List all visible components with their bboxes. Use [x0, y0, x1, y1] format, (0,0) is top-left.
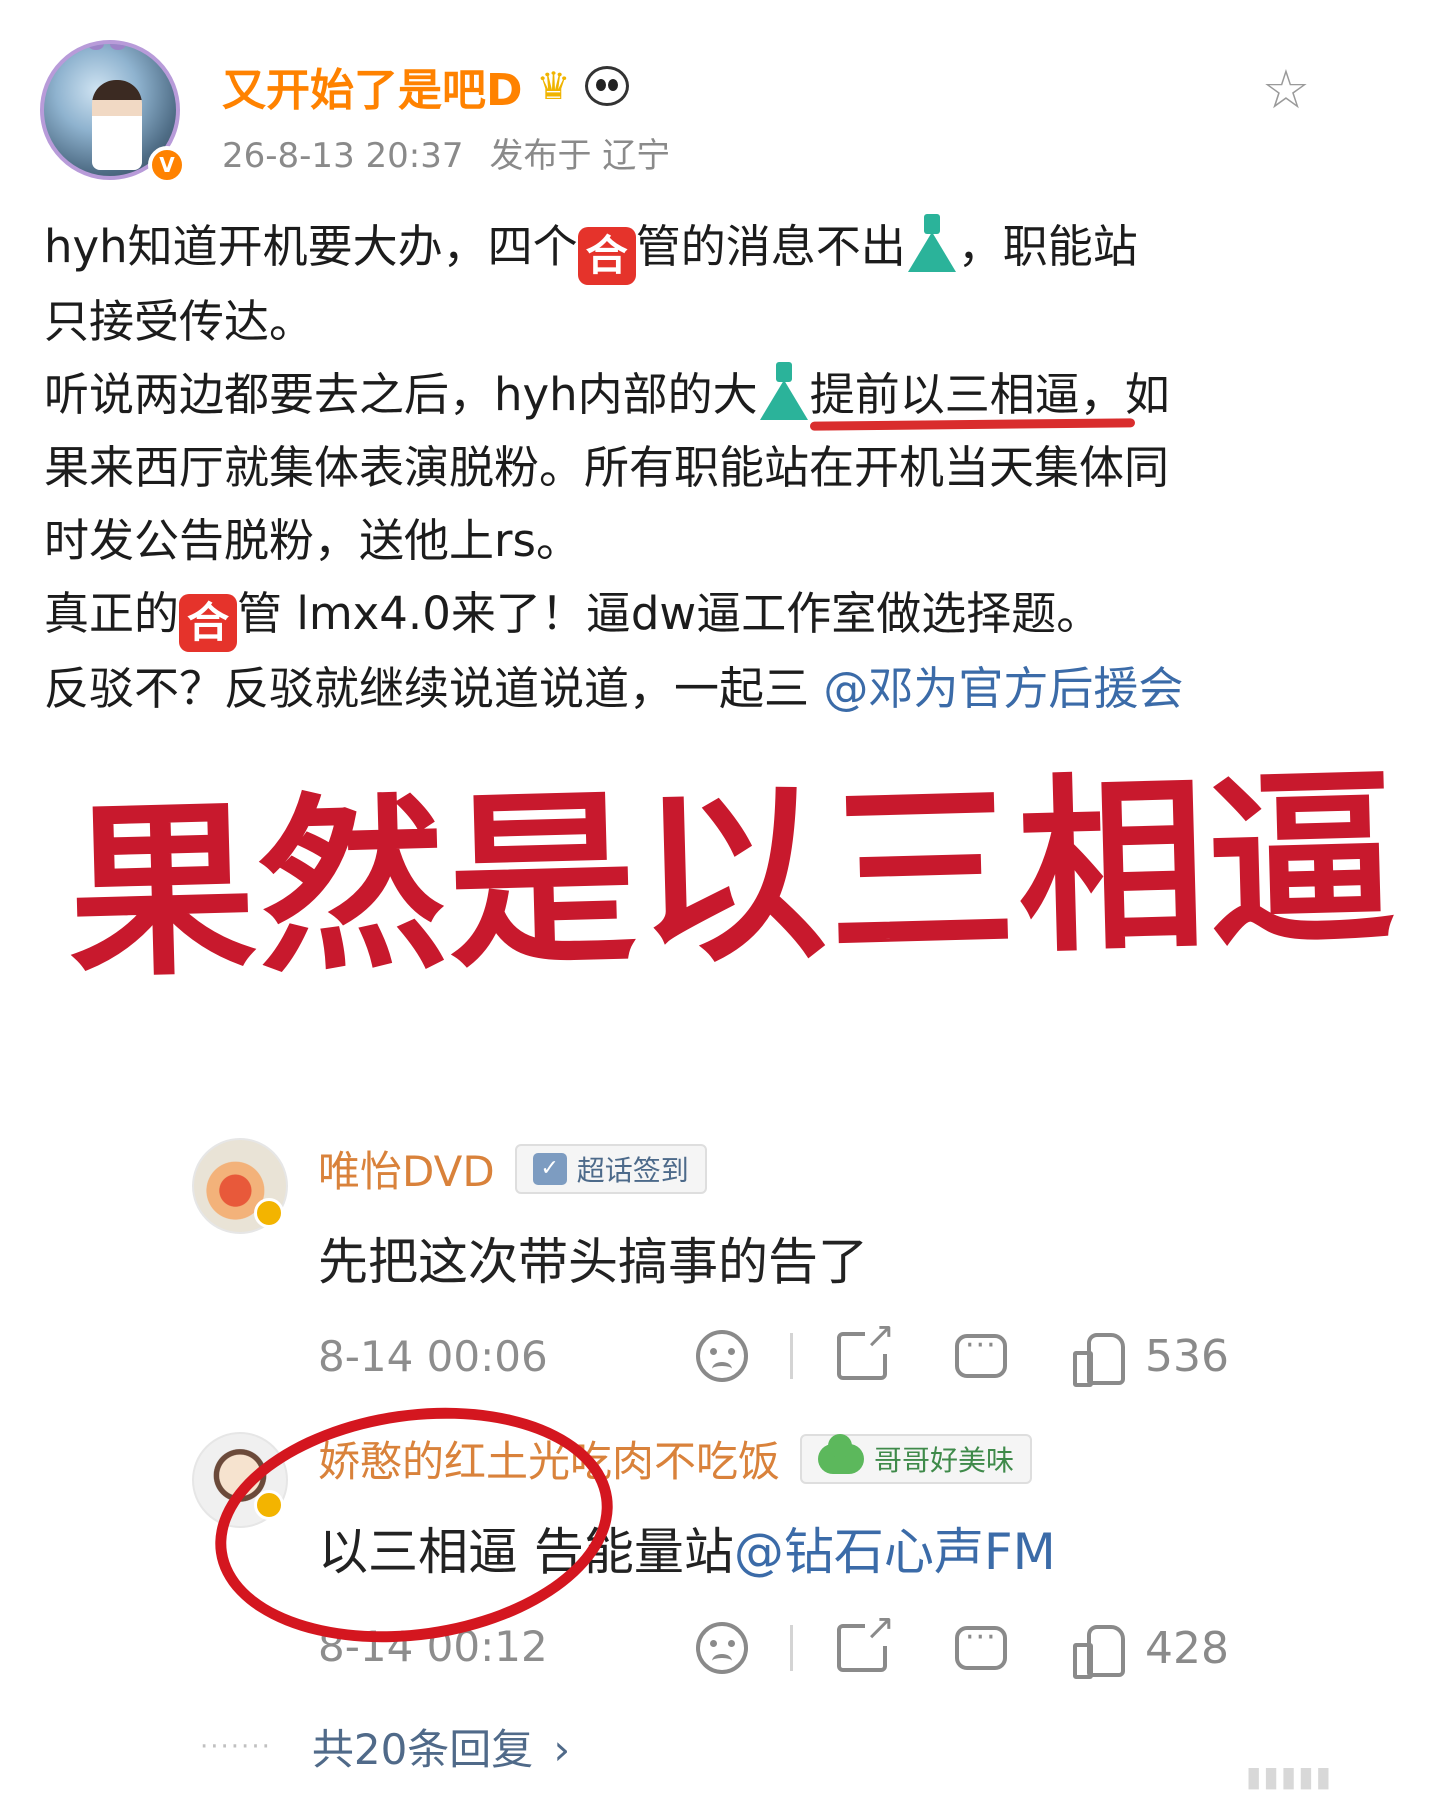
- commenter-name-row: 唯怡DVD ✓ 超话签到: [318, 1138, 707, 1199]
- comment-icon[interactable]: [955, 1328, 1007, 1378]
- verified-icon: [254, 1490, 284, 1520]
- share-icon[interactable]: [837, 1318, 895, 1380]
- post-location: 发布于 辽宁: [489, 136, 671, 176]
- panda-icon: [584, 66, 629, 106]
- avatar-frame-decoration: [44, 44, 176, 64]
- post-line-7: 反驳不？反驳就继续说道说道，一起三 @邓为官方后援会: [44, 662, 1184, 715]
- replies-row: ······· 共20条回复 ›: [200, 1716, 570, 1777]
- he-emoji-icon: 合: [577, 227, 636, 285]
- commenter-name[interactable]: 唯怡DVD: [318, 1138, 495, 1199]
- supertopic-tag[interactable]: ✓ 超话签到: [514, 1143, 707, 1194]
- comment-time: 8-14 00:06: [318, 1332, 548, 1381]
- post-header: V 又开始了是吧D ♛ 26-8-13 20:37 发布于 辽宁 ☆: [0, 0, 1440, 200]
- post-line-5: 时发公告脱粉，送他上rs。: [44, 514, 581, 567]
- underlined-phrase: 提前以三相逼，: [809, 368, 1135, 431]
- post-meta: 26-8-13 20:37 发布于 辽宁: [222, 128, 670, 177]
- checkin-icon: ✓: [532, 1152, 567, 1185]
- author-name-row[interactable]: 又开始了是吧D ♛: [222, 54, 629, 118]
- post-line-6: 真正的合管 lmx4.0来了！逼dw逼工作室做选择题。: [44, 577, 1344, 652]
- author-avatar[interactable]: V: [40, 40, 186, 186]
- post-line-2: 只接受传达。: [44, 295, 315, 348]
- cloud-icon: [818, 1433, 865, 1474]
- comment-text: 先把这次带头搞事的告了: [318, 1233, 868, 1291]
- verified-icon: [254, 1198, 284, 1228]
- dislike-icon[interactable]: [696, 1330, 748, 1382]
- author-name[interactable]: 又开始了是吧D: [222, 54, 523, 118]
- dislike-icon[interactable]: [696, 1622, 748, 1674]
- commenter-name[interactable]: 娇憨的红土光吃肉不吃饭: [318, 1428, 780, 1489]
- mention-link[interactable]: @邓为官方后援会: [823, 662, 1183, 715]
- share-icon[interactable]: [837, 1610, 895, 1672]
- post-line-4: 果来西厅就集体表演脱粉。所有职能站在开机当天集体同: [44, 441, 1170, 494]
- watermark-dots: ▮▮▮▮▮: [1246, 1760, 1334, 1793]
- post-body: hyh知道开机要大办，四个合管的消息不出 ，职能站 只接受传达。 听说两边都要去之…: [44, 210, 1344, 725]
- like-count: 536: [1145, 1330, 1229, 1382]
- dress-emoji-icon: [906, 214, 958, 272]
- post-line-1: hyh知道开机要大办，四个合管的消息不出 ，职能站: [44, 210, 1344, 285]
- post-timestamp: 26-8-13 20:37: [222, 136, 464, 176]
- comment-time: 8-14 00:12: [318, 1622, 548, 1671]
- star-icon[interactable]: ☆: [1258, 62, 1314, 118]
- comment-icon[interactable]: [955, 1620, 1007, 1670]
- action-divider: [790, 1625, 793, 1671]
- chevron-right-icon: ›: [553, 1725, 571, 1774]
- comment-text: 以三相逼 告能量站@钻石心声FM: [318, 1523, 1056, 1581]
- like-count: 428: [1145, 1622, 1229, 1674]
- avatar-person: [92, 80, 142, 170]
- crown-icon: ♛: [536, 64, 571, 108]
- post-line-3: 听说两边都要去之后，hyh内部的大 提前以三相逼，如: [44, 358, 1344, 431]
- view-replies-link[interactable]: 共20条回复 ›: [312, 1716, 570, 1777]
- overlay-caption: 果然是以三相逼: [65, 750, 1401, 1004]
- dress-emoji-icon: [758, 362, 810, 420]
- mention-link[interactable]: @钻石心声FM: [734, 1523, 1056, 1581]
- comment-actions: 536: [696, 1318, 1276, 1387]
- like-icon[interactable]: [1073, 1623, 1125, 1679]
- supertopic-tag[interactable]: 哥哥好美味: [800, 1433, 1033, 1484]
- he-emoji-icon: 合: [179, 594, 238, 652]
- comment-actions: 428: [696, 1610, 1276, 1679]
- like-icon[interactable]: [1073, 1331, 1125, 1387]
- verified-icon: V: [148, 146, 186, 184]
- commenter-name-row: 娇憨的红土光吃肉不吃饭 哥哥好美味: [318, 1428, 1033, 1489]
- reply-dots: ·······: [200, 1731, 272, 1762]
- action-divider: [790, 1333, 793, 1379]
